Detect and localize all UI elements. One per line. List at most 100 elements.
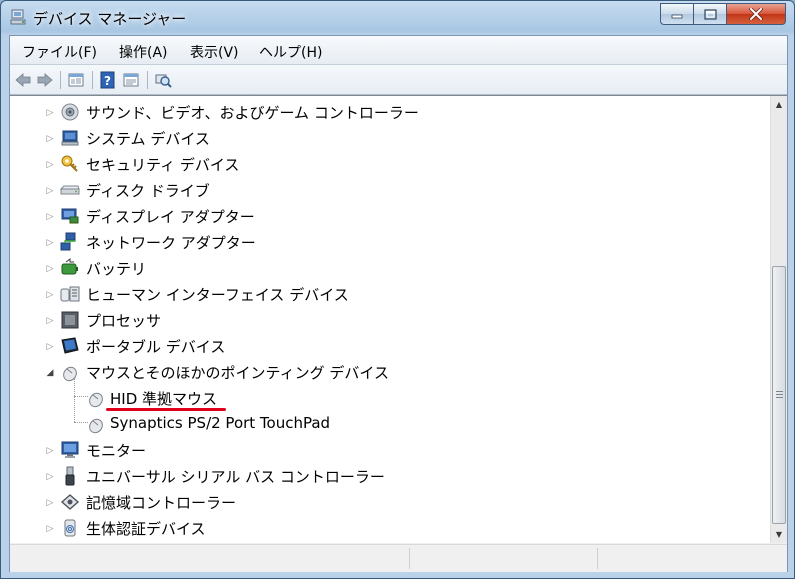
expand-arrow-icon[interactable]: ▷: [45, 446, 55, 456]
tree-item-battery[interactable]: ▷ バッテリ: [10, 255, 760, 281]
tree-item-label: Synaptics PS/2 Port TouchPad: [110, 414, 331, 432]
processor-icon: [61, 311, 79, 329]
mouse-icon: [63, 366, 77, 382]
tree-item-label: プロセッサ: [86, 312, 162, 330]
tree-item-display-adapters[interactable]: ▷ ディスプレイ アダプター: [10, 203, 760, 229]
tree-item-label: システム デバイス: [86, 130, 210, 148]
back-arrow-icon[interactable]: [14, 71, 32, 89]
tree-item-label: 生体認証デバイス: [86, 520, 206, 538]
expand-arrow-icon[interactable]: ▷: [45, 498, 55, 508]
close-icon: [749, 8, 763, 20]
expand-arrow-icon[interactable]: ▷: [45, 342, 55, 352]
tree-item-label: モニター: [86, 442, 147, 460]
security-key-icon: [61, 155, 78, 172]
portable-device-icon: [61, 337, 79, 354]
window-title: デバイス マネージャー: [33, 10, 187, 28]
scroll-down-button[interactable]: ▼: [771, 526, 787, 543]
mouse-icon: [89, 418, 103, 434]
client-area: ファイル(F) 操作(A) 表示(V) ヘルプ(H) ? ▷ サウンド、ビデオ、…: [9, 35, 788, 572]
expand-arrow-icon[interactable]: ▷: [45, 524, 55, 534]
tree-item-mice[interactable]: ◢ マウスとそのほかのポインティング デバイス: [10, 359, 760, 385]
expand-arrow-icon[interactable]: ▷: [45, 472, 55, 482]
disk-drive-icon: [60, 185, 80, 195]
help-icon[interactable]: ?: [99, 71, 117, 89]
tree-item-touchpad[interactable]: Synaptics PS/2 Port TouchPad: [10, 411, 760, 437]
expand-arrow-icon[interactable]: ▷: [45, 108, 55, 118]
status-segment: [10, 548, 410, 569]
tree-item-label: サウンド、ビデオ、およびゲーム コントローラー: [86, 104, 419, 122]
svg-text:?: ?: [104, 74, 111, 88]
expand-arrow-icon[interactable]: ▷: [45, 186, 55, 196]
tree-item-label: セキュリティ デバイス: [86, 156, 240, 174]
usb-icon: [65, 466, 75, 486]
tree-item-disk-drives[interactable]: ▷ ディスク ドライブ: [10, 177, 760, 203]
scroll-grip-icon: [776, 391, 783, 400]
tree-item-processors[interactable]: ▷ プロセッサ: [10, 307, 760, 333]
network-adapter-icon: [60, 232, 76, 251]
status-segment: [598, 548, 786, 569]
scroll-up-button[interactable]: ▲: [771, 96, 787, 113]
expand-arrow-icon[interactable]: ▷: [45, 212, 55, 222]
maximize-icon: [703, 8, 717, 20]
menu-action[interactable]: 操作(A): [119, 42, 168, 62]
tree-item-monitors[interactable]: ▷ モニター: [10, 437, 760, 463]
scan-hardware-icon[interactable]: [154, 71, 172, 89]
tree-item-label: バッテリ: [86, 260, 147, 278]
tree-item-network-adapters[interactable]: ▷ ネットワーク アダプター: [10, 229, 760, 255]
tree-item-label: ポータブル デバイス: [86, 338, 226, 356]
tree-item-portable-devices[interactable]: ▷ ポータブル デバイス: [10, 333, 760, 359]
tree-item-hid-mouse[interactable]: HID 準拠マウス: [10, 385, 760, 411]
storage-controller-icon: [60, 494, 80, 510]
minimize-icon: [671, 14, 683, 19]
collapse-arrow-icon[interactable]: ◢: [45, 368, 55, 378]
menu-file[interactable]: ファイル(F): [22, 42, 97, 62]
display-adapter-icon: [61, 208, 79, 224]
expand-arrow-icon[interactable]: ▷: [45, 290, 55, 300]
system-device-icon: [61, 130, 79, 146]
toolbar-separator: [92, 71, 93, 89]
monitor-icon: [61, 441, 79, 458]
vertical-scrollbar[interactable]: ▲ ▼: [770, 96, 787, 543]
properties-icon[interactable]: [67, 71, 85, 89]
expand-arrow-icon[interactable]: ▷: [45, 264, 55, 274]
device-manager-icon: [10, 9, 26, 25]
tree-item-sound[interactable]: ▷ サウンド、ビデオ、およびゲーム コントローラー: [10, 99, 760, 125]
scroll-thumb[interactable]: [772, 266, 786, 524]
tree-item-label: ユニバーサル シリアル バス コントローラー: [86, 468, 385, 486]
speaker-icon: [61, 103, 79, 121]
tree-item-system-devices[interactable]: ▷ システム デバイス: [10, 125, 760, 151]
status-segment: [410, 548, 598, 569]
maximize-button[interactable]: [693, 3, 727, 25]
toolbar-separator: [147, 71, 148, 89]
hid-icon: [60, 286, 80, 302]
tree-item-security-devices[interactable]: ▷ セキュリティ デバイス: [10, 151, 760, 177]
tree-item-hid[interactable]: ▷ ヒューマン インターフェイス デバイス: [10, 281, 760, 307]
mouse-icon: [89, 392, 103, 408]
tree-item-storage-controllers[interactable]: ▷ 記憶域コントローラー: [10, 489, 760, 515]
expand-arrow-icon[interactable]: ▷: [45, 134, 55, 144]
biometric-icon: [64, 519, 76, 537]
tree-item-label: ディスプレイ アダプター: [86, 208, 255, 226]
tree-item-label: HID 準拠マウス: [110, 390, 218, 408]
update-driver-icon[interactable]: [122, 71, 140, 89]
close-button[interactable]: [726, 3, 786, 25]
toolbar: ?: [10, 65, 787, 95]
tree-item-usb-controllers[interactable]: ▷ ユニバーサル シリアル バス コントローラー: [10, 463, 760, 489]
minimize-button[interactable]: [660, 3, 694, 25]
status-bar: [10, 544, 787, 572]
forward-arrow-icon[interactable]: [36, 71, 54, 89]
menu-view[interactable]: 表示(V): [190, 42, 239, 62]
device-tree[interactable]: ▷ サウンド、ビデオ、およびゲーム コントローラー ▷ システム デバイス ▷ …: [10, 95, 787, 543]
battery-icon: [61, 258, 78, 275]
expand-arrow-icon[interactable]: ▷: [45, 316, 55, 326]
tree-item-label: 記憶域コントローラー: [86, 494, 237, 512]
tree-item-biometric-devices[interactable]: ▷ 生体認証デバイス: [10, 515, 760, 541]
menu-bar: ファイル(F) 操作(A) 表示(V) ヘルプ(H): [10, 36, 787, 65]
tree-item-label: ヒューマン インターフェイス デバイス: [86, 286, 349, 304]
title-bar[interactable]: デバイス マネージャー: [1, 1, 794, 35]
tree-item-label: ディスク ドライブ: [86, 182, 210, 200]
tree-item-label: マウスとそのほかのポインティング デバイス: [86, 364, 389, 382]
expand-arrow-icon[interactable]: ▷: [45, 238, 55, 248]
expand-arrow-icon[interactable]: ▷: [45, 160, 55, 170]
menu-help[interactable]: ヘルプ(H): [259, 42, 322, 62]
